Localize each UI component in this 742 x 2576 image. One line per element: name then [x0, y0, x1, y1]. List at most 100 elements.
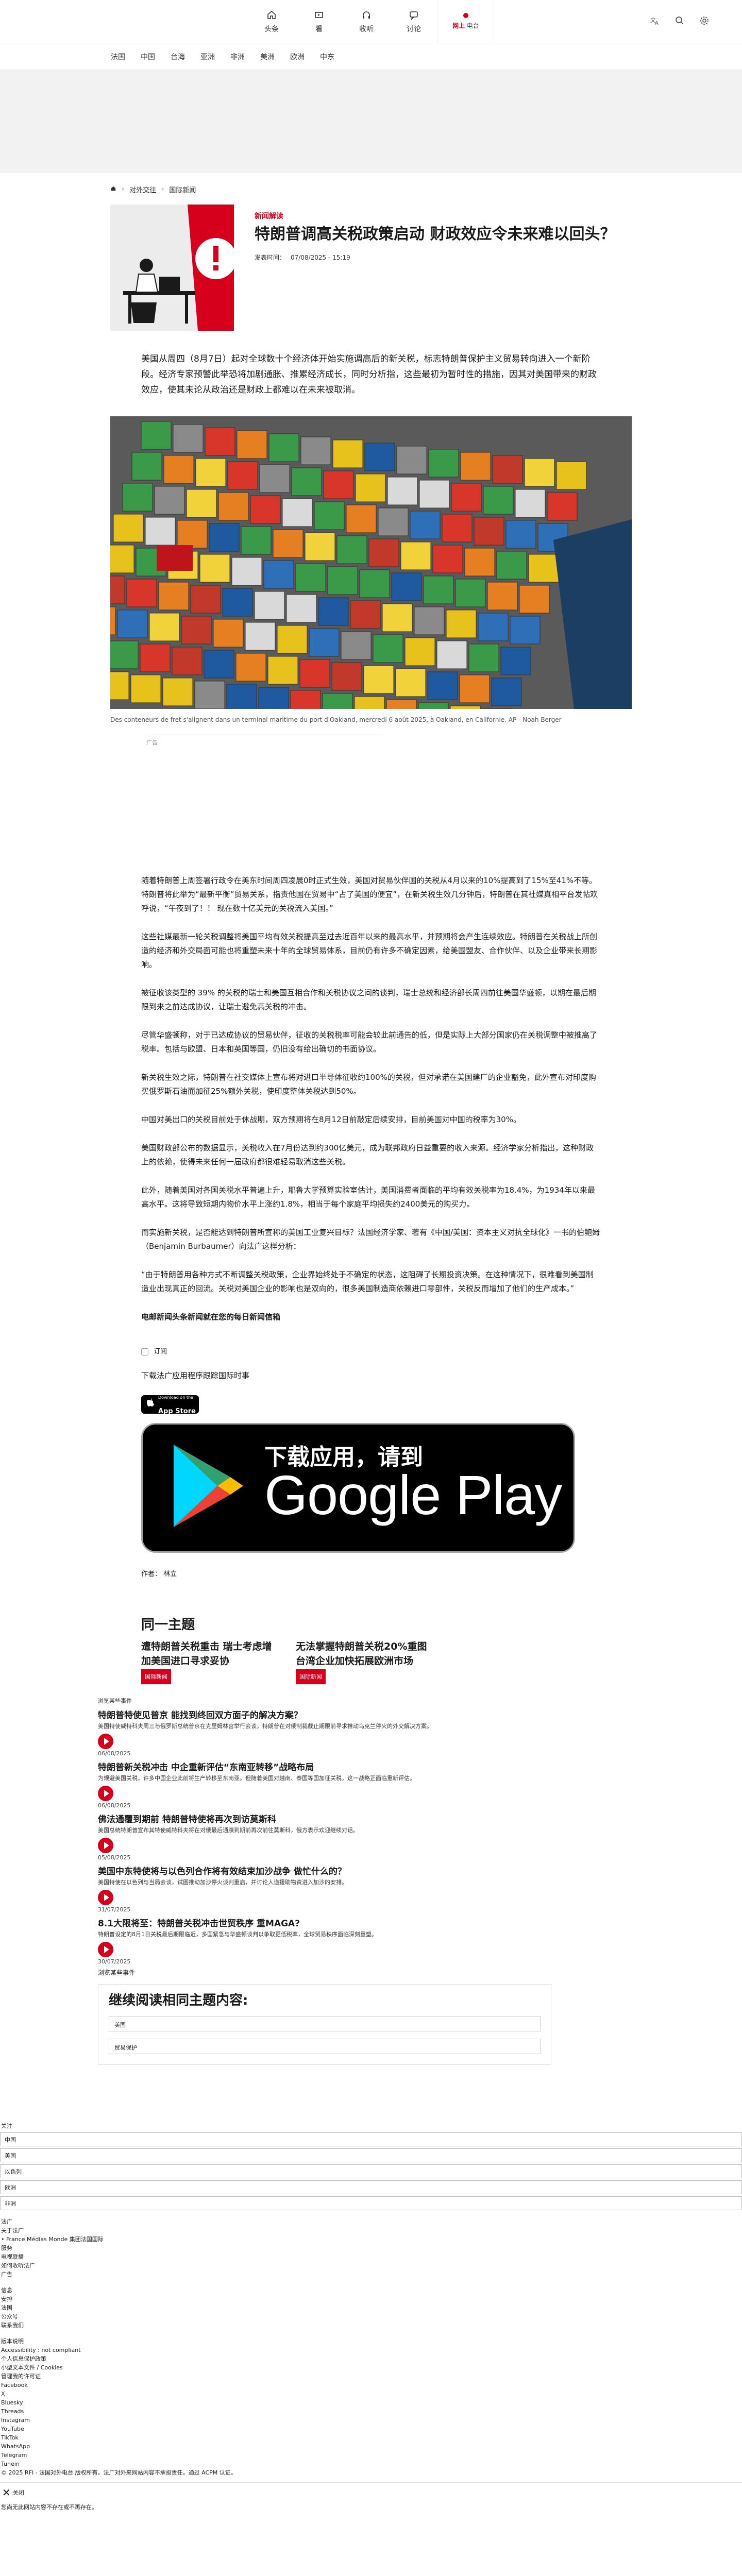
- breadcrumb-link[interactable]: 国际新闻: [169, 184, 196, 194]
- container-box: [410, 511, 441, 539]
- most-read-title[interactable]: 特朗普特使见普京 能找到终回双方面子的解决方案？: [98, 1709, 742, 1722]
- footer-link[interactable]: 服务: [0, 2244, 742, 2252]
- container-box: [364, 443, 395, 471]
- most-read-item[interactable]: 美国中东特使将与以色列合作将有效结束加沙战争 做忙什么的？ 美国特使在以色列与当…: [98, 1865, 742, 1913]
- footer-social-bluesky[interactable]: Bluesky: [0, 2398, 742, 2407]
- footer-link[interactable]: 广告: [0, 2270, 742, 2279]
- section-link[interactable]: 台海: [171, 52, 185, 62]
- play-icon[interactable]: [98, 1734, 113, 1749]
- container-box: [117, 609, 148, 638]
- footer-link[interactable]: 法国: [0, 2303, 742, 2312]
- footer-link[interactable]: 关于法广: [0, 2226, 742, 2235]
- container-box: [331, 662, 362, 691]
- footer-link[interactable]: 欧洲: [0, 2180, 742, 2194]
- breadcrumb-home-icon[interactable]: [110, 185, 116, 194]
- footer-link[interactable]: 中国: [0, 2132, 742, 2146]
- container-box: [195, 458, 226, 487]
- search-button[interactable]: [673, 15, 686, 28]
- container-box: [173, 424, 204, 453]
- most-read-more-link[interactable]: 浏览某些事件: [98, 1968, 742, 1977]
- footer-link[interactable]: 非洲: [0, 2196, 742, 2210]
- most-read-title[interactable]: 美国中东特使将与以色列合作将有效结束加沙战争 做忙什么的？: [98, 1865, 742, 1878]
- subscribe-checkbox-row[interactable]: 订阅: [141, 1345, 601, 1359]
- footer-link[interactable]: 联系我们: [0, 2321, 742, 2330]
- nav-debate[interactable]: 讨论: [390, 0, 437, 43]
- footer-link[interactable]: 以色列: [0, 2164, 742, 2178]
- container-box: [404, 637, 435, 666]
- close-bar[interactable]: ✕ 关闭: [0, 2482, 742, 2503]
- container-box: [386, 699, 417, 709]
- container-box: [122, 483, 153, 512]
- same-topic-card[interactable]: 遭特朗普关税重击 瑞士考虑增加美国进口寻求妥协 国际新闻: [141, 1639, 280, 1684]
- most-read-item[interactable]: 特朗普新关税冲击 中企重新评估“东南亚转移”战略布局 为规避美国关税，许多中国企…: [98, 1761, 742, 1809]
- container-box: [500, 647, 531, 675]
- section-link[interactable]: 亚洲: [200, 52, 215, 62]
- container-box: [295, 563, 326, 592]
- top-right-tools: 文A: [648, 0, 711, 43]
- footer-link[interactable]: • France Médias Monde 集团法国国际: [0, 2235, 742, 2244]
- section-link[interactable]: 美洲: [260, 52, 275, 62]
- container-box: [110, 545, 134, 573]
- footer-social-threads[interactable]: Threads: [0, 2407, 742, 2416]
- most-read-item[interactable]: 佛法通覆到期前 特朗普特使将再次到访莫斯科 美国总统特朗普宣布其特使威特科夫将在…: [98, 1813, 742, 1861]
- container-box: [350, 600, 381, 629]
- breadcrumb-link[interactable]: 对外交往: [129, 184, 156, 194]
- most-read-item[interactable]: 特朗普特使见普京 能找到终回双方面子的解决方案？ 美国特使威特科夫周三与俄罗斯总…: [98, 1709, 742, 1757]
- container-box: [478, 613, 509, 641]
- play-icon[interactable]: [98, 1890, 113, 1905]
- app-store-badge[interactable]: Download on the App Store: [141, 1395, 199, 1415]
- footer-social-facebook[interactable]: Facebook: [0, 2381, 742, 2389]
- same-topic-card[interactable]: 无法掌握特朗普关税20%重图 台湾企业加快拓展欧洲市场 国际新闻: [296, 1639, 435, 1684]
- footer-social-x[interactable]: X: [0, 2389, 742, 2398]
- container-box: [327, 566, 358, 595]
- footer-social-tiktok[interactable]: TikTok: [0, 2433, 742, 2442]
- container-box: [286, 594, 317, 623]
- section-link[interactable]: 欧洲: [290, 52, 305, 62]
- footer-link[interactable]: Accessibility : not compliant: [0, 2346, 742, 2354]
- nav-watch[interactable]: 看: [295, 0, 343, 43]
- google-play-big: Google Play: [264, 1463, 562, 1526]
- footer-social-tunein[interactable]: Tunein: [0, 2460, 742, 2468]
- section-link[interactable]: 非洲: [230, 52, 245, 62]
- footer-link[interactable]: 美国: [0, 2148, 742, 2162]
- nav-listen-label: 收听: [359, 25, 374, 33]
- translate-button[interactable]: 文A: [648, 15, 662, 28]
- footer-social-youtube[interactable]: YouTube: [0, 2425, 742, 2433]
- related-tag[interactable]: 贸易保护: [109, 2039, 541, 2054]
- container-box: [250, 495, 281, 524]
- footer-link[interactable]: 如何收听法广: [0, 2261, 742, 2270]
- footer-social-instagram[interactable]: Instagram: [0, 2416, 742, 2425]
- footer-link[interactable]: 版本说明: [0, 2337, 742, 2346]
- most-read-item[interactable]: 8.1大限将至：特朗普关税冲击世贸秩序 重MAGA? 特朗普设定的8月1日关税最…: [98, 1917, 742, 1965]
- footer-heading: 信息: [1, 2287, 12, 2294]
- footer-link[interactable]: 公众号: [0, 2312, 742, 2321]
- most-read-title[interactable]: 8.1大限将至：特朗普关税冲击世贸秩序 重MAGA?: [98, 1917, 742, 1930]
- most-read-title[interactable]: 佛法通覆到期前 特朗普特使将再次到访莫斯科: [98, 1813, 742, 1826]
- close-icon[interactable]: ✕: [2, 2487, 11, 2498]
- container-box: [354, 696, 385, 709]
- play-icon[interactable]: [98, 1942, 113, 1957]
- section-link[interactable]: 中国: [141, 52, 155, 62]
- play-icon[interactable]: [98, 1786, 113, 1801]
- container-box: [423, 575, 454, 604]
- play-icon[interactable]: [98, 1838, 113, 1853]
- footer-link[interactable]: 电视联播: [0, 2252, 742, 2261]
- footer-link[interactable]: 安排: [0, 2295, 742, 2303]
- footer-link[interactable]: 个人信息保护政策: [0, 2354, 742, 2363]
- most-read-title[interactable]: 特朗普新关税冲击 中企重新评估“东南亚转移”战略布局: [98, 1761, 742, 1774]
- nav-live-radio[interactable]: 网上 电台: [437, 0, 494, 43]
- section-link[interactable]: 法国: [111, 52, 125, 62]
- section-link[interactable]: 中东: [320, 52, 334, 62]
- google-play-badge[interactable]: 下载应用，请到 Google Play: [141, 1423, 575, 1553]
- footer-link[interactable]: 小型文本文件 / Cookies: [0, 2363, 742, 2372]
- nav-listen[interactable]: 收听: [343, 0, 390, 43]
- footer-social-telegram[interactable]: Telegram: [0, 2451, 742, 2460]
- related-tag[interactable]: 美国: [109, 2016, 541, 2031]
- footer-social-whatsapp[interactable]: WhatsApp: [0, 2442, 742, 2451]
- copyright: © 2025 RFI - 法国对外电台 版权所有。法广对外来网站内容不承担责任。…: [1, 2469, 237, 2476]
- footer-link[interactable]: 管理我的许可证: [0, 2372, 742, 2381]
- settings-button[interactable]: [698, 15, 711, 28]
- subscribe-checkbox[interactable]: [141, 1348, 148, 1355]
- nav-home[interactable]: 头条: [248, 0, 295, 43]
- newsletter-promo-text: 电邮新闻头条新闻就在您的每日新闻信箱: [141, 1312, 281, 1321]
